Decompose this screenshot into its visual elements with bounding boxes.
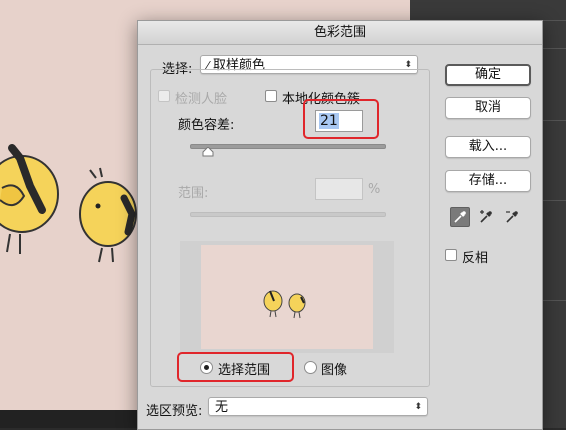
eyedropper-plus-icon [480,210,492,223]
selection-preview-label: 选区预览: [146,404,203,419]
dialog-title[interactable]: 色彩范围 [138,21,542,45]
view-selection-radio[interactable] [200,361,213,374]
view-image-label: 图像 [321,363,348,378]
range-unit: % [368,182,381,197]
save-button[interactable]: 存储... [445,170,531,192]
eyedropper-minus-icon [506,211,518,223]
eyedropper-minus-tool[interactable] [502,207,522,227]
fuzziness-label: 颜色容差: [178,118,235,133]
selection-preview-value: 无 [215,400,229,415]
range-input[interactable] [315,178,363,200]
eyedropper-tool[interactable] [450,207,470,227]
view-image-radio[interactable] [304,361,317,374]
invert-checkbox[interactable] [445,249,457,261]
selection-preview-dropdown[interactable]: 无 ⬍ [208,397,428,416]
eyedropper-icon [454,211,466,223]
chick-illustration-right [79,167,137,263]
localized-clusters-checkbox[interactable] [265,90,277,102]
view-selection-label: 选择范围 [218,363,271,378]
updown-arrows-icon: ⬍ [414,402,422,412]
detect-faces-label: 检测人脸 [175,92,228,107]
ok-button[interactable]: 确定 [445,64,531,86]
fuzziness-slider-thumb[interactable] [202,147,214,157]
chick-illustration-left [0,144,59,254]
invert-label: 反相 [462,251,489,266]
eyedropper-plus-tool[interactable] [476,207,496,227]
cancel-button[interactable]: 取消 [445,97,531,119]
fuzziness-highlight [303,99,379,139]
preview-thumbnail[interactable] [201,245,373,349]
range-label: 范围: [178,186,209,201]
preview-chicks-image [263,290,306,319]
color-range-dialog: 色彩范围 选择: ⁄ 取样颜色 ⬍ 检测人脸 本地化颜色簇 颜色容差: 21 范… [137,20,543,430]
load-button[interactable]: 载入... [445,136,531,158]
range-slider-track[interactable] [190,212,386,217]
detect-faces-checkbox[interactable] [158,90,170,102]
fuzziness-slider-track[interactable] [190,144,386,149]
